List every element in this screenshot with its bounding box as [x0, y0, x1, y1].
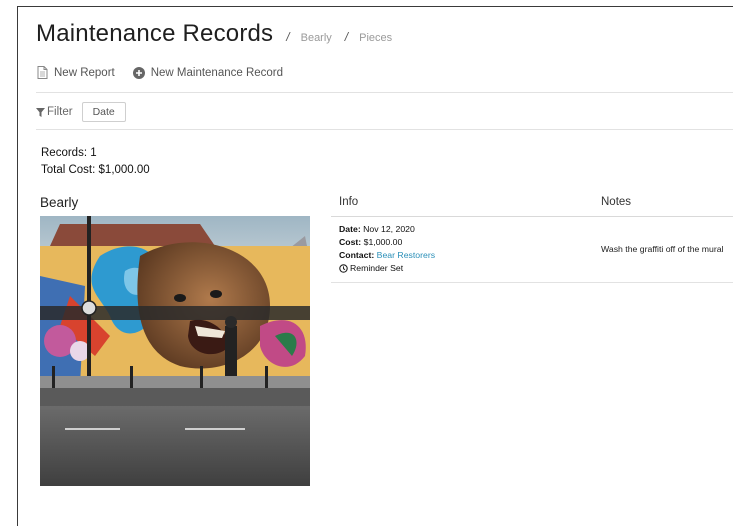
- date-filter-button[interactable]: Date: [81, 102, 126, 122]
- new-maintenance-record-label: New Maintenance Record: [150, 66, 284, 79]
- date-value: Nov 12, 2020: [363, 224, 415, 234]
- document-icon: [37, 66, 48, 79]
- date-line: Date: Nov 12, 2020: [339, 223, 601, 236]
- breadcrumb-separator: /: [344, 30, 349, 44]
- contact-line: Contact: Bear Restorers: [339, 249, 601, 262]
- column-header-notes: Notes: [601, 196, 632, 208]
- reminder-line: Reminder Set: [339, 262, 601, 275]
- new-maintenance-record-button[interactable]: New Maintenance Record: [132, 66, 284, 79]
- cost-label: Cost:: [339, 237, 362, 247]
- cost-value: $1,000.00: [363, 237, 403, 247]
- reminder-text: Reminder Set: [350, 263, 404, 273]
- breadcrumb-bearly[interactable]: Bearly: [301, 32, 332, 44]
- table-header: Info Notes: [331, 196, 733, 217]
- cost-line: Cost: $1,000.00: [339, 236, 601, 249]
- piece-photo[interactable]: [40, 216, 310, 486]
- funnel-icon: [36, 107, 45, 117]
- new-report-label: New Report: [54, 66, 115, 79]
- divider: [36, 129, 733, 130]
- records-table: Info Notes Date: Nov 12, 2020 Cost: $1,0…: [331, 196, 733, 283]
- column-header-info: Info: [339, 196, 359, 208]
- divider: [36, 92, 733, 93]
- records-count: Records: 1: [41, 147, 97, 159]
- breadcrumb-pieces[interactable]: Pieces: [359, 32, 392, 44]
- filter-bar: Filter Date: [36, 102, 126, 122]
- info-cell: Date: Nov 12, 2020 Cost: $1,000.00 Conta…: [331, 223, 601, 275]
- notes-cell: Wash the graffiti off of the mural: [601, 244, 724, 254]
- contact-label: Contact:: [339, 250, 375, 260]
- date-label: Date:: [339, 224, 361, 234]
- new-report-button[interactable]: New Report: [37, 66, 115, 79]
- page-header: Maintenance Records / Bearly / Pieces: [36, 20, 392, 48]
- action-bar: New Report New Maintenance Record: [37, 66, 283, 79]
- plus-circle-icon: [132, 66, 145, 79]
- page-title: Maintenance Records: [36, 20, 274, 47]
- records-summary: Records: 1 Total Cost: $1,000.00: [41, 145, 150, 179]
- contact-link[interactable]: Bear Restorers: [377, 250, 435, 260]
- breadcrumb-separator: /: [286, 30, 290, 44]
- total-cost: Total Cost: $1,000.00: [41, 164, 150, 176]
- filter-label: Filter: [47, 106, 73, 118]
- table-row[interactable]: Date: Nov 12, 2020 Cost: $1,000.00 Conta…: [331, 217, 733, 283]
- piece-name: Bearly: [40, 195, 79, 210]
- filter-button[interactable]: Filter: [36, 106, 73, 118]
- clock-icon: [339, 264, 348, 273]
